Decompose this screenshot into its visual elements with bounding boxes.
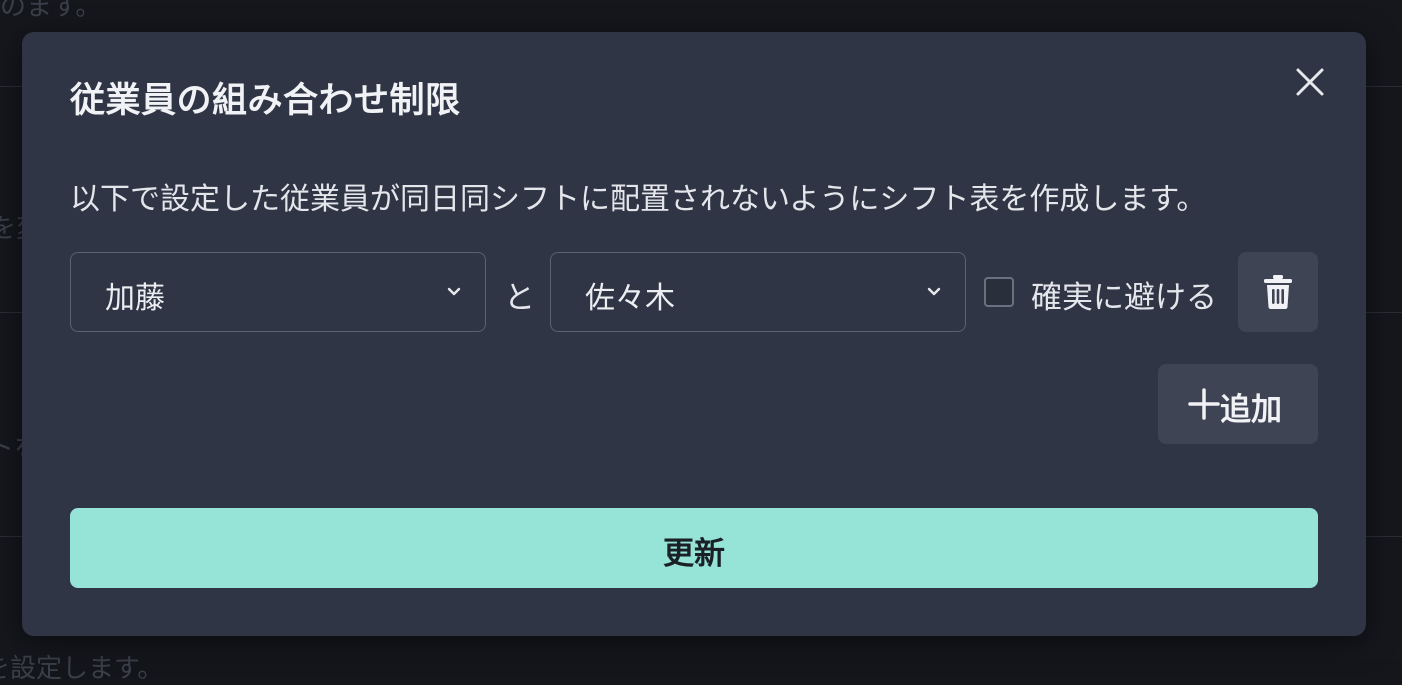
strict-avoid-label[interactable]: 確実に避ける (1031, 272, 1217, 317)
conjunction-label: と (504, 272, 535, 317)
close-button[interactable] (1290, 62, 1330, 102)
update-button-label: 更新 (70, 528, 1318, 573)
employee-a-value: 加藤 (105, 273, 165, 317)
modal-title: 従業員の組み合わせ制限 (70, 72, 461, 123)
employee-b-select[interactable]: 佐々木 (550, 252, 966, 332)
combination-restriction-modal: 従業員の組み合わせ制限 以下で設定した従業員が同日同シフトに配置されないようにシ… (22, 32, 1366, 636)
delete-restriction-button[interactable] (1238, 252, 1318, 332)
plus-icon (1188, 386, 1220, 422)
chevron-down-icon (923, 281, 945, 303)
background-text: を設定します。 (0, 648, 163, 685)
close-icon (1290, 62, 1330, 102)
chevron-down-icon (443, 281, 465, 303)
update-button[interactable]: 更新 (70, 508, 1318, 588)
employee-a-select[interactable]: 加藤 (70, 252, 486, 332)
background-text: のます。 (0, 0, 101, 23)
modal-description: 以下で設定した従業員が同日同シフトに配置されないようにシフト表を作成します。 (70, 174, 1206, 218)
add-restriction-button[interactable]: 追加 (1158, 364, 1318, 444)
strict-avoid-checkbox[interactable] (984, 277, 1014, 307)
trash-icon (1262, 274, 1294, 310)
employee-b-value: 佐々木 (585, 273, 675, 317)
add-button-label: 追加 (1220, 384, 1282, 429)
